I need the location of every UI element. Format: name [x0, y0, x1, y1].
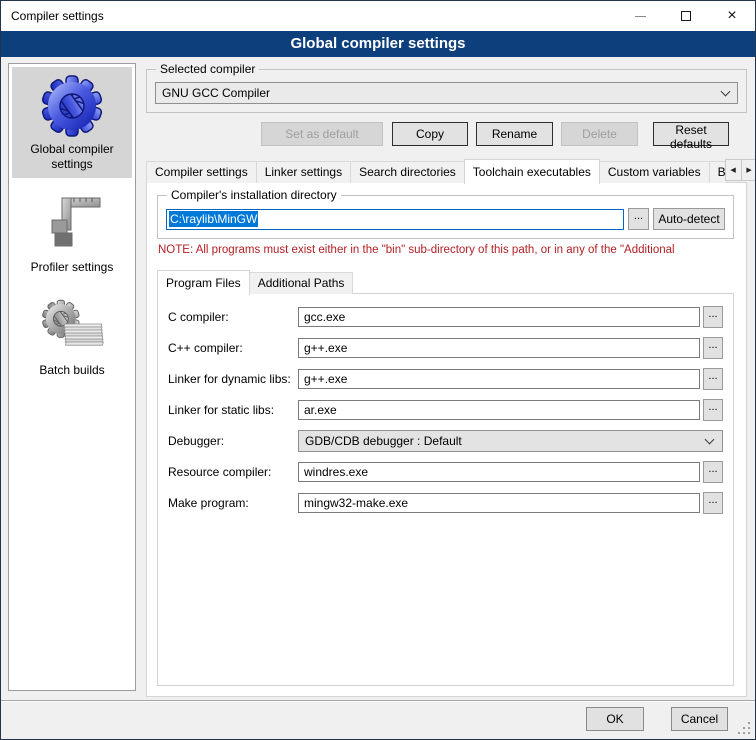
- delete-button[interactable]: Delete: [561, 122, 638, 146]
- gray-gear-stack-icon: [40, 295, 104, 359]
- install-dir-group: Compiler's installation directory C:\ray…: [157, 195, 734, 239]
- install-dir-row: C:\raylib\MinGW ... Auto-detect: [166, 208, 725, 230]
- field-row-dynamic-linker: Linker for dynamic libs: g++.exe ...: [168, 368, 723, 390]
- cpp-compiler-input[interactable]: g++.exe: [298, 338, 700, 358]
- static-linker-input[interactable]: ar.exe: [298, 400, 700, 420]
- sidebar-item-global-compiler-settings[interactable]: Global compiler settings: [12, 67, 132, 178]
- toolchain-executables-page: Compiler's installation directory C:\ray…: [146, 182, 747, 697]
- close-button[interactable]: ×: [709, 1, 755, 31]
- field-label: C++ compiler:: [168, 341, 298, 355]
- field-label: Resource compiler:: [168, 465, 298, 479]
- make-program-input[interactable]: mingw32-make.exe: [298, 493, 700, 513]
- selected-compiler-group: Selected compiler GNU GCC Compiler: [146, 69, 747, 113]
- field-label: Linker for dynamic libs:: [168, 372, 298, 386]
- browse-cpp-compiler-button[interactable]: ...: [703, 337, 723, 359]
- field-label: Linker for static libs:: [168, 403, 298, 417]
- page-title: Global compiler settings: [290, 35, 465, 52]
- field-label: Debugger:: [168, 434, 298, 448]
- sidebar-item-label: Profiler settings: [14, 260, 130, 275]
- debugger-select[interactable]: GDB/CDB debugger : Default: [298, 430, 723, 452]
- resize-grip[interactable]: [748, 732, 750, 734]
- footer-divider: [1, 700, 755, 702]
- caliper-icon: [40, 192, 104, 256]
- combobox-value: GNU GCC Compiler: [162, 86, 722, 100]
- sidebar-item-label: Global compiler settings: [14, 142, 130, 172]
- browse-static-linker-button[interactable]: ...: [703, 399, 723, 421]
- close-icon: ×: [727, 8, 736, 24]
- field-value: gcc.exe: [304, 310, 345, 324]
- group-label: Selected compiler: [156, 62, 259, 77]
- rename-button[interactable]: Rename: [476, 122, 553, 146]
- field-value: ar.exe: [304, 403, 337, 417]
- field-value: GDB/CDB debugger : Default: [305, 434, 706, 448]
- tab-search-directories[interactable]: Search directories: [350, 161, 465, 183]
- auto-detect-button[interactable]: Auto-detect: [653, 208, 725, 230]
- compiler-combobox[interactable]: GNU GCC Compiler: [155, 82, 738, 104]
- minimize-icon: [635, 16, 646, 17]
- sidebar-item-label: Batch builds: [14, 363, 130, 378]
- field-value: g++.exe: [304, 372, 347, 386]
- field-row-resource-compiler: Resource compiler: windres.exe ...: [168, 461, 723, 483]
- field-row-cpp-compiler: C++ compiler: g++.exe ...: [168, 337, 723, 359]
- header-banner: Global compiler settings: [1, 31, 755, 57]
- set-as-default-button[interactable]: Set as default: [261, 122, 383, 146]
- ok-button[interactable]: OK: [586, 707, 644, 731]
- resource-compiler-input[interactable]: windres.exe: [298, 462, 700, 482]
- field-row-c-compiler: C compiler: gcc.exe ...: [168, 306, 723, 328]
- titlebar: Compiler settings ×: [1, 1, 755, 31]
- left-arrow-icon: ◀: [730, 166, 735, 174]
- field-row-debugger: Debugger: GDB/CDB debugger : Default: [168, 430, 723, 452]
- sidebar: Global compiler settings: [8, 63, 136, 691]
- program-files-page: C compiler: gcc.exe ... C++ compiler: g+…: [157, 293, 734, 686]
- titlebar-buttons: ×: [617, 1, 755, 31]
- field-value: windres.exe: [304, 465, 368, 479]
- field-label: Make program:: [168, 496, 298, 510]
- browse-dynamic-linker-button[interactable]: ...: [703, 368, 723, 390]
- field-row-make-program: Make program: mingw32-make.exe ...: [168, 492, 723, 514]
- reset-defaults-button[interactable]: Reset defaults: [653, 122, 729, 146]
- tab-toolchain-executables[interactable]: Toolchain executables: [464, 159, 600, 184]
- copy-button[interactable]: Copy: [392, 122, 468, 146]
- dynamic-linker-input[interactable]: g++.exe: [298, 369, 700, 389]
- tab-linker-settings[interactable]: Linker settings: [256, 161, 351, 183]
- note-text: NOTE: All programs must exist either in …: [158, 244, 746, 256]
- browse-c-compiler-button[interactable]: ...: [703, 306, 723, 328]
- window-title: Compiler settings: [1, 9, 104, 23]
- chevron-down-icon: [705, 434, 715, 444]
- field-label: C compiler:: [168, 310, 298, 324]
- tab-bar: Compiler settings Linker settings Search…: [146, 159, 747, 183]
- tab-scroll-left-button[interactable]: ◀: [725, 159, 742, 181]
- browse-make-program-button[interactable]: ...: [703, 492, 723, 514]
- compiler-settings-window: Compiler settings × Global compiler sett…: [0, 0, 756, 740]
- tab-compiler-settings[interactable]: Compiler settings: [146, 161, 257, 183]
- blue-gear-icon: [40, 74, 104, 138]
- sidebar-item-batch-builds[interactable]: Batch builds: [12, 288, 132, 384]
- tab-custom-variables[interactable]: Custom variables: [599, 161, 710, 183]
- main-panel: Selected compiler GNU GCC Compiler Set a…: [146, 61, 747, 697]
- sidebar-item-profiler-settings[interactable]: Profiler settings: [12, 185, 132, 281]
- subtab-bar: Program Files Additional Paths: [157, 270, 734, 294]
- selected-text: C:\raylib\MinGW: [169, 211, 258, 227]
- c-compiler-input[interactable]: gcc.exe: [298, 307, 700, 327]
- tab-scroll-right-button[interactable]: ▶: [741, 159, 756, 181]
- maximize-button[interactable]: [663, 1, 709, 31]
- subtab-additional-paths[interactable]: Additional Paths: [249, 272, 354, 294]
- group-label: Compiler's installation directory: [167, 188, 341, 203]
- compiler-actions: Set as default Copy Rename Delete Reset …: [146, 122, 747, 146]
- subtab-program-files[interactable]: Program Files: [157, 270, 250, 295]
- browse-resource-compiler-button[interactable]: ...: [703, 461, 723, 483]
- chevron-down-icon: [721, 86, 731, 96]
- maximize-icon: [681, 11, 691, 21]
- field-value: g++.exe: [304, 341, 347, 355]
- tab-scroll-buttons: ◀ ▶: [726, 159, 756, 181]
- browse-install-dir-button[interactable]: ...: [628, 208, 649, 230]
- field-row-static-linker: Linker for static libs: ar.exe ...: [168, 399, 723, 421]
- install-dir-input[interactable]: C:\raylib\MinGW: [166, 209, 624, 230]
- right-arrow-icon: ▶: [746, 166, 751, 174]
- field-value: mingw32-make.exe: [304, 496, 408, 510]
- minimize-button[interactable]: [617, 1, 663, 31]
- cancel-button[interactable]: Cancel: [671, 707, 728, 731]
